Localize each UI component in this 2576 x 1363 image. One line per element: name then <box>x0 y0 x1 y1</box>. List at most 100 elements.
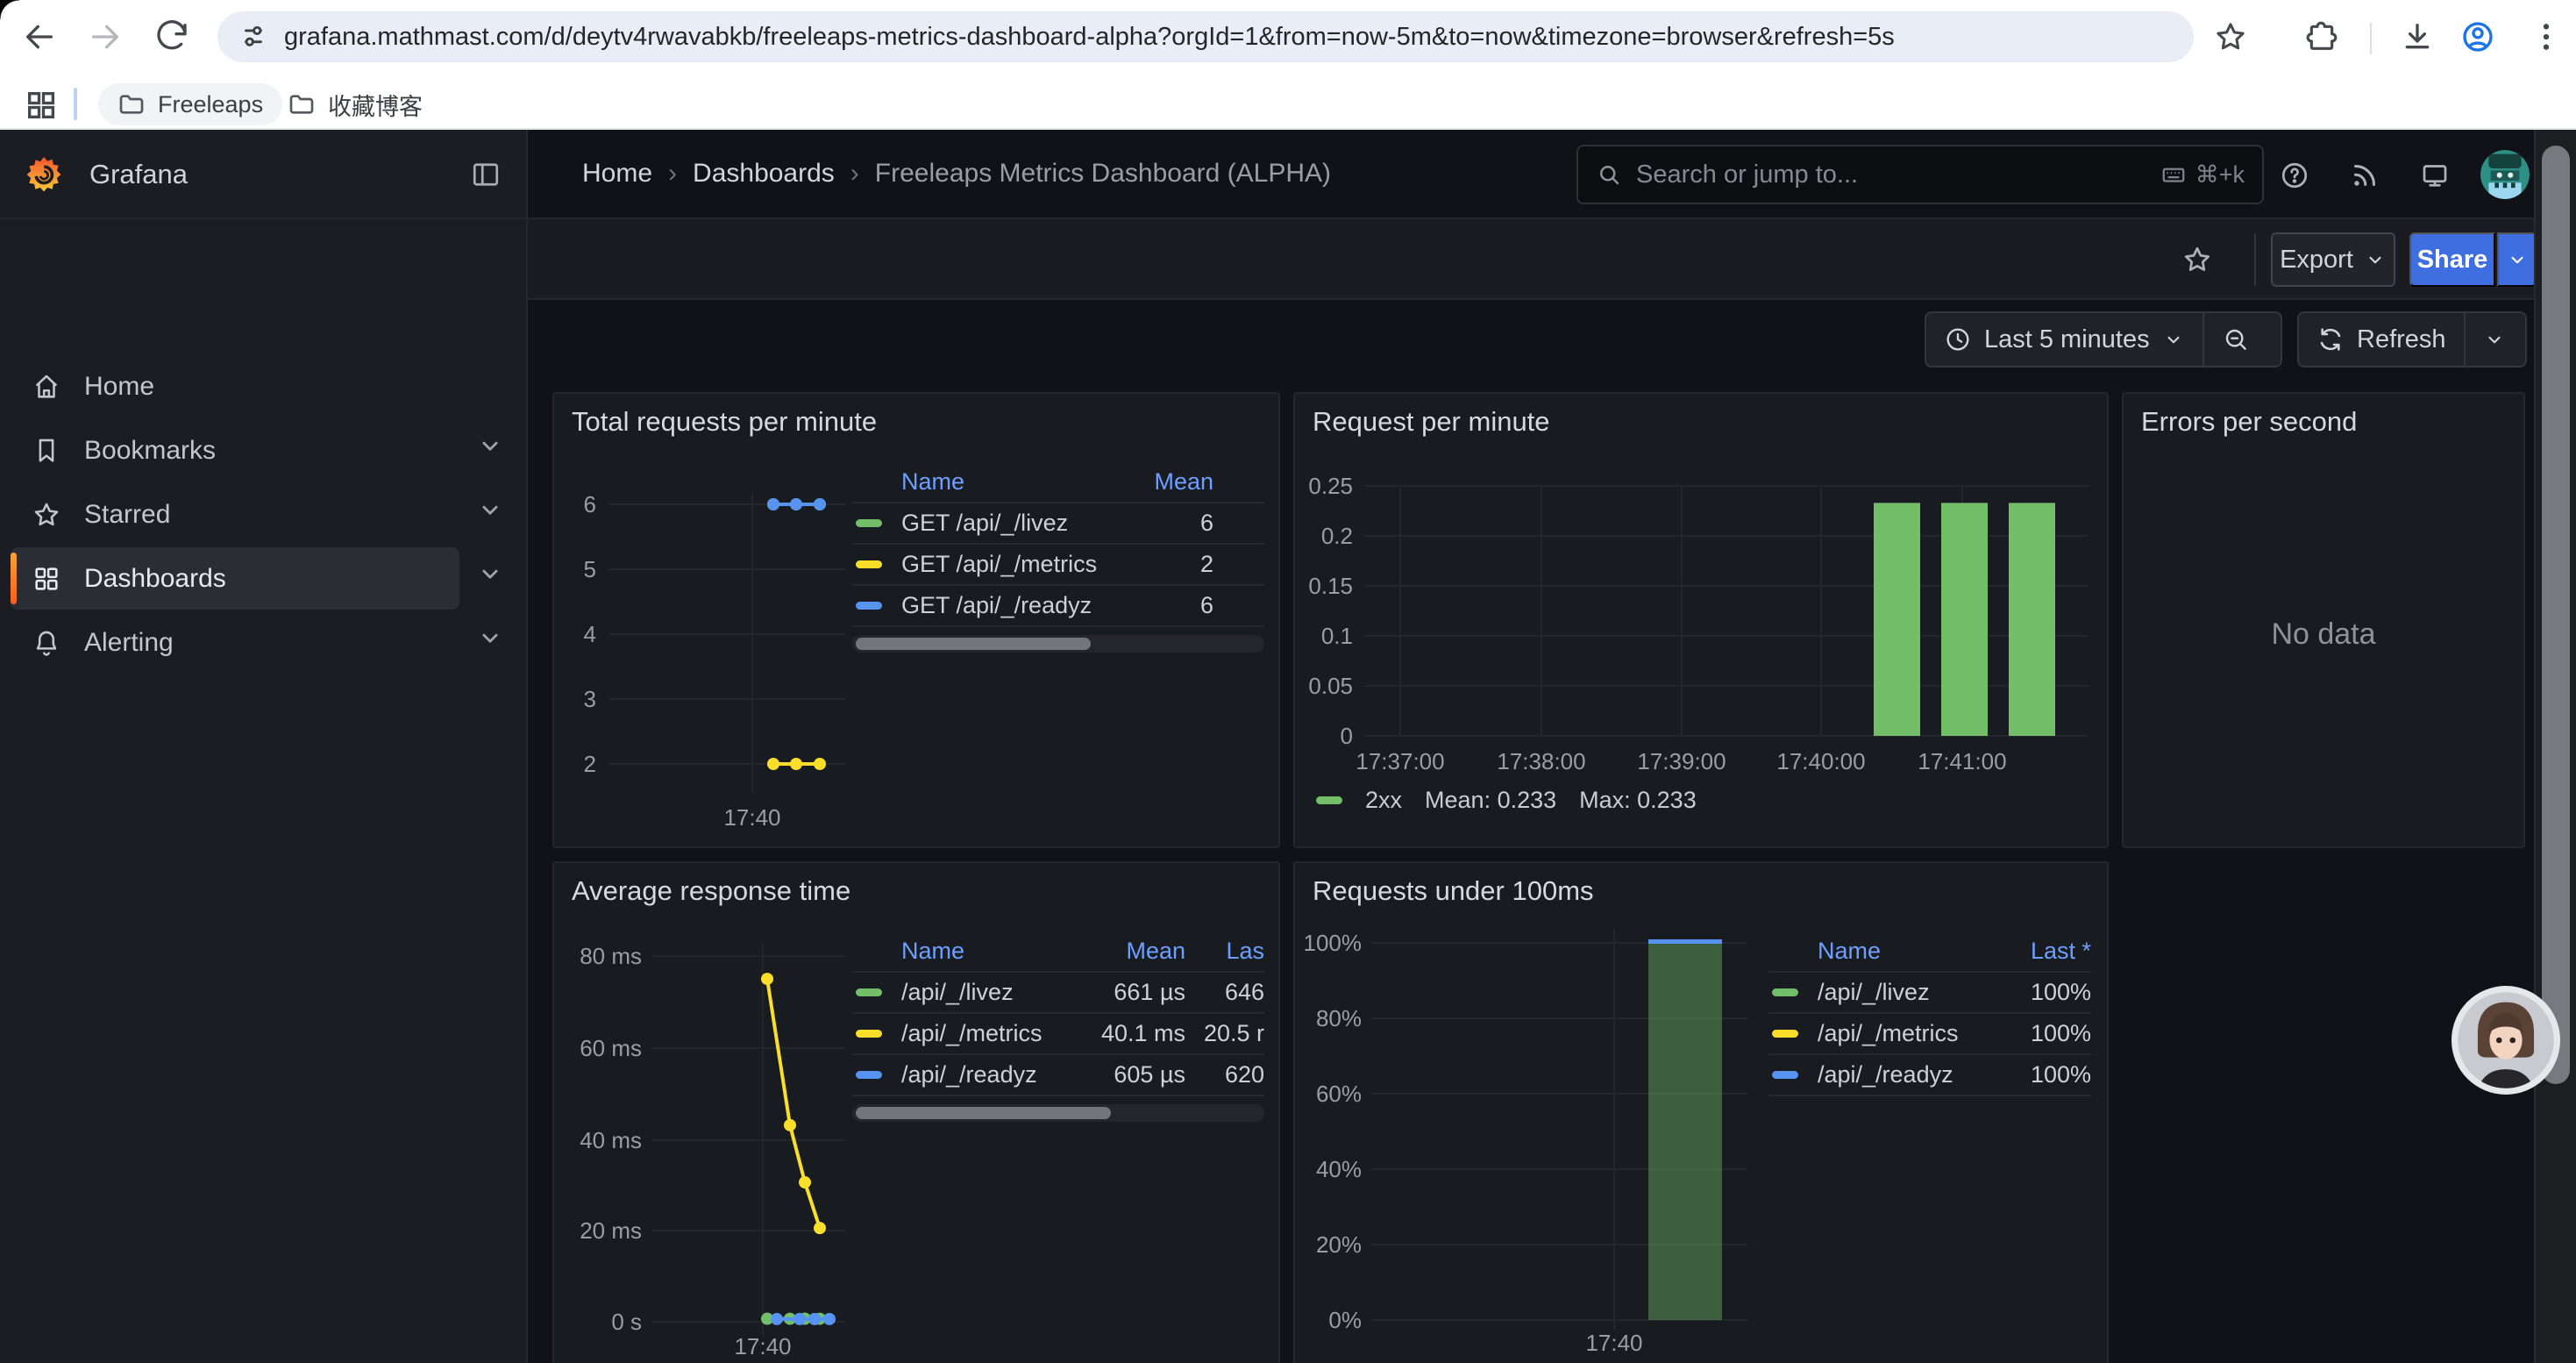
bookmarks-divider <box>74 88 77 120</box>
panel-errors-per-second: Errors per second No data <box>2122 392 2525 848</box>
favorite-star-icon[interactable] <box>2181 244 2213 275</box>
back-icon[interactable] <box>22 19 57 54</box>
legend-header-name[interactable]: Name <box>901 938 1085 965</box>
legend-row: 2xx Mean: 0.233 Max: 0.233 <box>1316 787 1697 814</box>
refresh-button[interactable]: Refresh <box>2299 313 2464 366</box>
series-color-pill[interactable] <box>1772 1030 1798 1038</box>
series-name[interactable]: /api/_/metrics <box>901 1020 1085 1047</box>
legend-header-last[interactable]: Last * <box>1990 938 2091 965</box>
series-color-pill[interactable] <box>856 1030 882 1038</box>
series-color-pill[interactable] <box>856 602 882 610</box>
series-color-pill[interactable] <box>856 988 882 996</box>
menu-dots-icon[interactable] <box>2529 19 2564 54</box>
chevron-down-icon[interactable] <box>475 623 505 653</box>
extensions-icon[interactable] <box>2304 19 2339 54</box>
user-avatar[interactable] <box>2480 150 2530 199</box>
series-color-pill[interactable] <box>856 560 882 568</box>
floating-avatar-widget[interactable] <box>2451 986 2560 1095</box>
svg-text:17:40: 17:40 <box>734 1333 791 1359</box>
breadcrumb: Home › Dashboards › Freeleaps Metrics Da… <box>582 130 1331 218</box>
legend-header-mean[interactable]: Mean <box>1085 938 1185 965</box>
bookmark-folder-freeleaps[interactable]: Freeleaps <box>98 83 282 125</box>
chart-request-per-minute[interactable]: 0.250.20.150.10.05017:37:0017:38:0017:39… <box>1295 394 2107 846</box>
forward-icon[interactable] <box>88 19 123 54</box>
series-name[interactable]: /api/_/readyz <box>901 1061 1085 1088</box>
window-corner <box>0 0 19 19</box>
reload-icon[interactable] <box>154 19 189 54</box>
grafana-logo[interactable] <box>25 155 63 194</box>
page-scrollbar[interactable] <box>2534 130 2576 1363</box>
url-bar[interactable]: grafana.mathmast.com/d/deytv4rwavabkb/fr… <box>217 11 2194 62</box>
sidebar-toggle-icon[interactable] <box>470 159 502 190</box>
scrollbar-thumb[interactable] <box>2542 146 2570 1084</box>
series-name[interactable]: GET /api/_/livez <box>901 510 1113 537</box>
panel-title[interactable]: Request per minute <box>1313 406 1550 438</box>
tune-icon[interactable] <box>238 22 268 52</box>
help-icon[interactable] <box>2279 160 2310 191</box>
bookmark-star-icon[interactable] <box>2213 19 2248 54</box>
search-input[interactable]: Search or jump to... ⌘+k <box>1576 145 2264 204</box>
panel-title[interactable]: Errors per second <box>2141 406 2357 438</box>
scrollbar-thumb[interactable] <box>856 638 1091 650</box>
apps-grid-icon[interactable] <box>24 88 59 123</box>
panel-title[interactable]: Average response time <box>572 875 850 907</box>
sidebar-item-home[interactable]: Home <box>11 355 459 417</box>
sidebar: Grafana Home Bookmarks Starred Dashboard… <box>0 130 528 1363</box>
download-icon[interactable] <box>2400 19 2435 54</box>
refresh-interval-dropdown[interactable] <box>2466 313 2523 366</box>
svg-text:60 ms: 60 ms <box>580 1035 642 1061</box>
series-name[interactable]: /api/_/livez <box>1818 979 1990 1006</box>
dashboards-grid-icon <box>32 564 61 594</box>
sidebar-item-alerting[interactable]: Alerting <box>11 611 459 674</box>
legend-table: Name Mean Las /api/_/livez 661 µs 646 /a… <box>852 931 1264 1122</box>
series-name[interactable]: /api/_/metrics <box>1818 1020 1990 1047</box>
svg-text:0.1: 0.1 <box>1321 623 1353 649</box>
breadcrumb-home[interactable]: Home <box>582 159 652 189</box>
sidebar-item-label: Dashboards <box>84 564 226 594</box>
series-name[interactable]: /api/_/livez <box>901 979 1085 1006</box>
legend-header-mean[interactable]: Mean <box>1113 468 1213 496</box>
search-icon <box>1596 161 1622 188</box>
sidebar-item-label: Bookmarks <box>84 436 216 466</box>
svg-text:20%: 20% <box>1316 1231 1362 1258</box>
legend-header-last[interactable]: Las <box>1185 938 1264 965</box>
zoom-out-button[interactable] <box>2204 313 2267 366</box>
svg-text:0 s: 0 s <box>611 1309 642 1335</box>
sidebar-item-starred[interactable]: Starred <box>11 483 459 546</box>
legend-scrollbar[interactable] <box>852 635 1264 653</box>
series-color-pill[interactable] <box>1772 1071 1798 1079</box>
legend-header-name[interactable]: Name <box>1818 938 1990 965</box>
chevron-down-icon[interactable] <box>475 431 505 460</box>
sidebar-item-dashboards[interactable]: Dashboards <box>11 547 459 610</box>
time-range-picker[interactable]: Last 5 minutes <box>1926 313 2202 366</box>
share-dropdown-button[interactable] <box>2497 232 2537 287</box>
share-button[interactable]: Share <box>2409 232 2495 287</box>
series-color-pill[interactable] <box>1316 796 1342 804</box>
series-color-pill[interactable] <box>856 519 882 527</box>
panel-title[interactable]: Requests under 100ms <box>1313 875 1594 907</box>
series-name[interactable]: 2xx <box>1365 787 1402 814</box>
legend-row: GET /api/_/metrics 2 <box>852 545 1264 586</box>
legend-header-name[interactable]: Name <box>901 468 1113 496</box>
active-indicator <box>11 553 17 604</box>
series-color-pill[interactable] <box>1772 988 1798 996</box>
scrollbar-thumb[interactable] <box>856 1107 1111 1119</box>
bookmark-folder-blogs[interactable]: 收藏博客 <box>268 83 442 125</box>
series-name[interactable]: /api/_/readyz <box>1818 1061 1990 1088</box>
news-rss-icon[interactable] <box>2349 160 2380 191</box>
series-color-pill[interactable] <box>856 1071 882 1079</box>
legend-scrollbar[interactable] <box>852 1104 1264 1122</box>
panel-title[interactable]: Total requests per minute <box>572 406 877 438</box>
chevron-down-icon[interactable] <box>475 559 505 589</box>
breadcrumb-dashboards[interactable]: Dashboards <box>693 159 835 189</box>
series-name[interactable]: GET /api/_/metrics <box>901 551 1113 578</box>
monitor-icon[interactable] <box>2419 160 2451 191</box>
chevron-down-icon[interactable] <box>475 495 505 525</box>
profile-icon[interactable] <box>2460 19 2495 54</box>
series-name[interactable]: GET /api/_/readyz <box>901 592 1113 619</box>
export-button[interactable]: Export <box>2271 232 2395 287</box>
sidebar-item-bookmarks[interactable]: Bookmarks <box>11 419 459 482</box>
series-last: 646 <box>1185 979 1264 1006</box>
toolbar-divider <box>2370 23 2372 54</box>
svg-text:0: 0 <box>1341 723 1353 749</box>
